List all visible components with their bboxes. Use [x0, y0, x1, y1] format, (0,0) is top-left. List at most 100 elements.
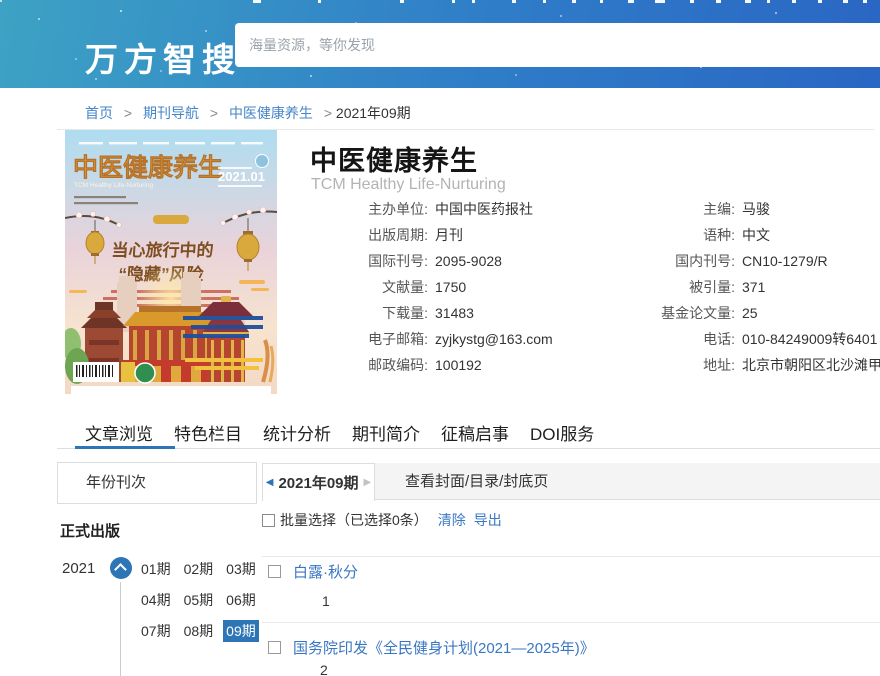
- article-title-link[interactable]: 白露·秋分: [293, 561, 358, 582]
- meta-row-frequency: 出版周期: 月刊: [310, 222, 615, 248]
- breadcrumb-home-link[interactable]: 首页: [85, 105, 113, 121]
- issue-chip-01[interactable]: 01期: [138, 558, 174, 580]
- meta-label: 基金论文量:: [661, 305, 735, 321]
- meta-row-citations: 被引量: 371: [617, 274, 880, 300]
- tab-doi-service[interactable]: DOI服务: [530, 420, 594, 445]
- cover-masthead: 中医健康养生: [73, 153, 223, 182]
- meta-value: zyjkystg@163.com: [435, 331, 553, 347]
- journal-tabs: 文章浏览 特色栏目 统计分析 期刊简介 征稿启事 DOI服务: [85, 420, 594, 445]
- meta-value: CN10-1279/R: [742, 253, 828, 269]
- meta-value: 北京市朝阳区北沙滩甲4: [742, 357, 880, 373]
- meta-value: 1750: [435, 279, 467, 295]
- year-2021-label[interactable]: 2021: [62, 560, 95, 577]
- meta-value: 月刊: [435, 227, 463, 243]
- publication-status-label: 正式出版: [60, 523, 121, 540]
- breadcrumb: 首页 > 期刊导航 > 中医健康养生 > 2021年09期: [85, 103, 411, 123]
- list-divider: [262, 556, 880, 557]
- journal-cover-image[interactable]: 中医健康养生 TCM Healthy Life-Nurturing 2021.0…: [65, 130, 277, 394]
- meta-row-address: 地址: 北京市朝阳区北沙滩甲4: [617, 352, 880, 378]
- breadcrumb-journal-link[interactable]: 中医健康养生: [229, 105, 313, 121]
- meta-value: 中文: [742, 227, 770, 243]
- meta-label: 被引量:: [689, 279, 735, 295]
- meta-label: 下载量:: [382, 305, 428, 321]
- cover-logo-badge: [255, 154, 269, 168]
- tab-article-browse[interactable]: 文章浏览: [85, 420, 153, 445]
- cover-masthead-en: TCM Healthy Life-Nurturing: [74, 182, 153, 189]
- breadcrumb-journal-nav-link[interactable]: 期刊导航: [143, 105, 199, 121]
- meta-label: 语种:: [703, 227, 735, 243]
- year-issue-panel-header: 年份刊次: [57, 462, 257, 504]
- tabs-divider: [57, 448, 880, 449]
- breadcrumb-separator: >: [123, 105, 133, 121]
- journal-title: 中医健康养生: [310, 146, 478, 176]
- issue-chip-07[interactable]: 07期: [138, 620, 174, 642]
- meta-row-issn: 国际刊号: 2095-9028: [310, 248, 615, 274]
- journal-meta-right: 主编: 马骏 语种: 中文 国内刊号: CN10-1279/R 被引量: 371…: [617, 196, 880, 378]
- meta-value: 中国中医药报社: [435, 201, 533, 217]
- meta-value: 25: [742, 305, 758, 321]
- current-issue-label: 2021年09期: [278, 475, 359, 492]
- meta-label: 电子邮箱:: [368, 331, 428, 347]
- meta-label: 出版周期:: [368, 227, 428, 243]
- next-issue-icon[interactable]: ▶: [364, 477, 372, 488]
- tab-journal-intro[interactable]: 期刊简介: [352, 420, 420, 445]
- cover-headline1: 当心旅行中的: [111, 240, 214, 260]
- meta-row-phone: 电话: 010-84249009转6401: [617, 326, 880, 352]
- issue-chip-09-active[interactable]: 09期: [223, 620, 259, 642]
- issue-chip-04[interactable]: 04期: [138, 589, 174, 611]
- meta-label: 文献量:: [382, 279, 428, 295]
- meta-label: 主办单位:: [368, 201, 428, 217]
- meta-value: 31483: [435, 305, 474, 321]
- collapse-year-button[interactable]: [110, 557, 132, 579]
- batch-select-checkbox[interactable]: [262, 513, 275, 527]
- meta-value: 100192: [435, 357, 482, 373]
- issue-chip-02[interactable]: 02期: [181, 558, 217, 580]
- meta-value: 2095-9028: [435, 253, 502, 269]
- article-title-link[interactable]: 国务院印发《全民健身计划(2021—2025年)》: [293, 637, 595, 658]
- meta-value: 371: [742, 279, 766, 295]
- meta-row-sponsor: 主办单位: 中国中医药报社: [310, 196, 615, 222]
- meta-row-downloads: 下载量: 31483: [310, 300, 615, 326]
- breadcrumb-current: 2021年09期: [335, 105, 411, 121]
- tab-special-columns[interactable]: 特色栏目: [174, 420, 242, 445]
- snow-texture: [0, 0, 2, 2]
- tab-call-for-papers[interactable]: 征稿启事: [441, 420, 509, 445]
- meta-label: 主编:: [703, 201, 735, 217]
- issue-chip-03[interactable]: 03期: [223, 558, 259, 580]
- export-link[interactable]: 导出: [474, 510, 502, 530]
- meta-row-postcode: 邮政编码: 100192: [310, 352, 615, 378]
- journal-meta-left: 主办单位: 中国中医药报社 出版周期: 月刊 国际刊号: 2095-9028 文…: [310, 196, 615, 378]
- batch-select-label: 批量选择: [280, 512, 336, 528]
- cover-issue-no: 2021.01: [218, 169, 265, 184]
- issue-chip-08[interactable]: 08期: [181, 620, 217, 642]
- meta-value: 010-84249009转6401: [742, 331, 878, 347]
- article-page-number: 2: [320, 662, 328, 676]
- meta-label: 国内刊号:: [675, 253, 735, 269]
- prev-issue-icon[interactable]: ◀: [266, 477, 274, 488]
- meta-row-editor: 主编: 马骏: [617, 196, 880, 222]
- issue-chip-06[interactable]: 06期: [223, 589, 259, 611]
- tab-statistics[interactable]: 统计分析: [263, 420, 331, 445]
- article-page-number: 1: [322, 593, 330, 609]
- current-issue-tab[interactable]: ◀ 2021年09期 ▶: [262, 463, 375, 501]
- wanfang-logo[interactable]: 万方智搜: [85, 33, 241, 81]
- meta-row-email: 电子邮箱: zyjkystg@163.com: [310, 326, 615, 352]
- issue-list: 01期 02期 03期 04期 05期 06期 07期 08期 09期: [138, 558, 259, 651]
- article-checkbox[interactable]: [268, 565, 281, 578]
- active-tab-underline: [75, 446, 175, 449]
- cover-gold-badge: [153, 215, 189, 224]
- meta-label: 电话:: [703, 331, 735, 347]
- meta-label: 国际刊号:: [368, 253, 428, 269]
- breadcrumb-separator: >: [323, 105, 333, 121]
- journal-detail-page: 万方智搜 首页 > 期刊导航 > 中医健康养生 > 2021年09期: [0, 0, 880, 676]
- clear-selection-link[interactable]: 清除: [438, 510, 466, 530]
- meta-row-doc-count: 文献量: 1750: [310, 274, 615, 300]
- issue-chip-05[interactable]: 05期: [181, 589, 217, 611]
- issue-row: 01期 02期 03期: [138, 558, 259, 580]
- issue-row: 04期 05期 06期: [138, 589, 259, 611]
- article-checkbox[interactable]: [268, 641, 281, 654]
- search-input[interactable]: [235, 23, 880, 67]
- breadcrumb-separator: >: [209, 105, 219, 121]
- cover-bottom-edge: [71, 386, 271, 394]
- view-cover-toc-link[interactable]: 查看封面/目录/封底页: [405, 463, 548, 500]
